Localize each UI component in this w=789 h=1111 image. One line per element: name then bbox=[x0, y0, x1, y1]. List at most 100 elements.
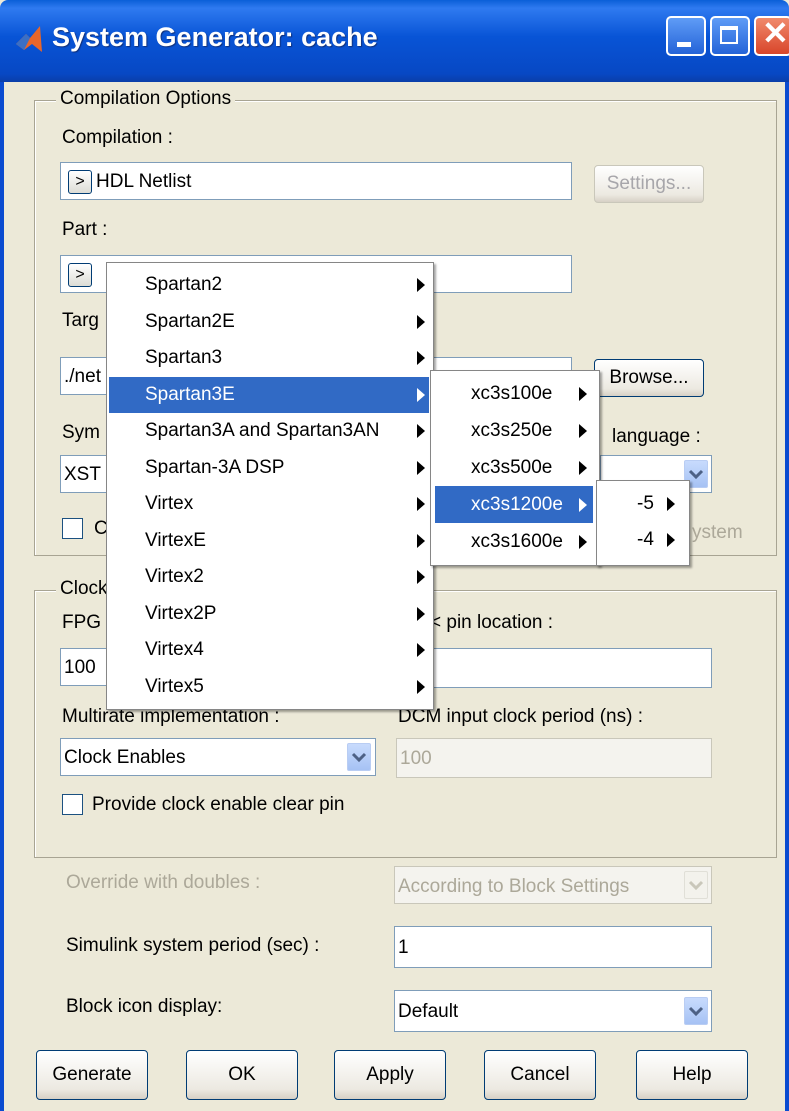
clock-enable-clear-pin-checkbox[interactable] bbox=[62, 794, 83, 815]
speed-item-4[interactable]: -4 bbox=[599, 523, 685, 559]
family-item-label: VirtexE bbox=[145, 529, 206, 551]
compilation-label: Compilation : bbox=[62, 127, 173, 148]
family-item-label: Virtex4 bbox=[145, 639, 204, 660]
import-as-system-label: ystem bbox=[692, 522, 743, 543]
family-item-virtexe[interactable]: VirtexE bbox=[109, 523, 429, 560]
block-icon-display-label: Block icon display: bbox=[66, 996, 223, 1017]
matlab-logo-icon bbox=[16, 26, 42, 52]
family-item-spartan3a-and-spartan3an[interactable]: Spartan3A and Spartan3AN bbox=[109, 413, 429, 450]
fpga-clock-period-value: 100 bbox=[64, 657, 96, 678]
submenu-arrow-icon bbox=[417, 351, 425, 365]
submenu-arrow-icon bbox=[417, 643, 425, 657]
block-icon-display-value: Default bbox=[398, 1001, 459, 1022]
synthesis-tool-value: XST bbox=[64, 464, 101, 485]
compilation-value: HDL Netlist bbox=[96, 171, 192, 192]
family-item-label: Spartan3 bbox=[145, 347, 223, 368]
family-item-spartan3[interactable]: Spartan3 bbox=[109, 340, 429, 377]
submenu-arrow-icon bbox=[667, 533, 675, 547]
device-item-xc3s500e[interactable]: xc3s500e bbox=[435, 449, 593, 486]
dcm-input-clock-period-value: 100 bbox=[400, 748, 432, 769]
family-item-label: Virtex2P bbox=[145, 602, 217, 624]
help-button[interactable]: Help bbox=[636, 1050, 748, 1100]
family-item-spartan-3a-dsp[interactable]: Spartan-3A DSP bbox=[109, 450, 429, 487]
close-icon: ✕ bbox=[762, 15, 789, 51]
maximize-button[interactable] bbox=[710, 16, 750, 56]
family-item-spartan3e[interactable]: Spartan3E bbox=[109, 376, 429, 413]
submenu-arrow-icon bbox=[417, 278, 425, 292]
submenu-arrow-icon bbox=[417, 570, 425, 584]
submenu-arrow-icon bbox=[417, 460, 425, 475]
synthesis-tool-label: Sym bbox=[62, 422, 100, 443]
device-item-xc3s250e[interactable]: xc3s250e bbox=[435, 412, 593, 449]
fpga-clock-period-label: FPG bbox=[62, 612, 102, 633]
part-select-button[interactable]: > bbox=[68, 263, 92, 287]
family-item-spartan2e[interactable]: Spartan2E bbox=[109, 304, 429, 341]
device-item-xc3s100e[interactable]: xc3s100e bbox=[435, 375, 593, 412]
submenu-arrow-icon bbox=[417, 314, 425, 329]
submenu-arrow-icon bbox=[667, 497, 675, 511]
compilation-select-button[interactable]: > bbox=[68, 170, 92, 194]
hardware-language-label: language : bbox=[612, 426, 701, 447]
submenu-arrow-icon bbox=[579, 387, 587, 401]
override-with-doubles-dropdown[interactable] bbox=[684, 871, 708, 899]
family-item-label: Virtex bbox=[145, 493, 194, 514]
device-item-label: xc3s100e bbox=[471, 383, 553, 404]
family-item-label: Spartan3A and Spartan3AN bbox=[145, 420, 380, 441]
minimize-button[interactable] bbox=[666, 16, 706, 56]
speed-item-label: -4 bbox=[637, 529, 654, 550]
family-item-label: Spartan3E bbox=[145, 383, 235, 405]
submenu-arrow-icon bbox=[417, 606, 425, 621]
window-title: System Generator: cache bbox=[52, 22, 378, 52]
dcm-input-clock-period-label: DCM input clock period (ns) : bbox=[398, 706, 643, 727]
family-item-virtex2[interactable]: Virtex2 bbox=[109, 559, 429, 596]
speed-item-label: -5 bbox=[637, 493, 654, 514]
submenu-arrow-icon bbox=[579, 535, 587, 549]
device-item-label: xc3s1600e bbox=[471, 531, 563, 552]
settings-button[interactable]: Settings... bbox=[594, 165, 704, 203]
clocking-options-title: Clock bbox=[56, 578, 112, 600]
multirate-implementation-dropdown[interactable] bbox=[347, 743, 371, 771]
family-item-label: Spartan2E bbox=[145, 310, 235, 332]
family-item-virtex4[interactable]: Virtex4 bbox=[109, 632, 429, 669]
browse-button[interactable]: Browse... bbox=[594, 359, 704, 397]
chevron-down-icon bbox=[351, 752, 367, 763]
device-family-menu: Spartan2 Spartan2E Spartan3 Spartan3E Sparta… bbox=[106, 262, 434, 710]
target-directory-value: ./net bbox=[64, 366, 101, 387]
family-item-label: Virtex5 bbox=[145, 675, 204, 697]
device-item-label: xc3s500e bbox=[471, 457, 553, 478]
device-item-label: xc3s1200e bbox=[471, 494, 563, 515]
block-icon-display-dropdown[interactable] bbox=[684, 997, 708, 1025]
family-item-spartan2[interactable]: Spartan2 bbox=[109, 267, 429, 304]
family-item-virtex5[interactable]: Virtex5 bbox=[109, 669, 429, 706]
device-item-xc3s1600e[interactable]: xc3s1600e bbox=[435, 523, 593, 560]
family-item-virtex[interactable]: Virtex bbox=[109, 486, 429, 523]
ok-button[interactable]: OK bbox=[186, 1050, 298, 1100]
family-item-virtex2p[interactable]: Virtex2P bbox=[109, 596, 429, 633]
dcm-input-clock-period-field[interactable] bbox=[396, 738, 712, 778]
clock-pin-location-label: < pin location : bbox=[430, 612, 554, 633]
family-item-label: Spartan-3A DSP bbox=[145, 456, 285, 478]
submenu-arrow-icon bbox=[417, 533, 425, 548]
clock-enable-clear-pin-label: Provide clock enable clear pin bbox=[92, 794, 345, 815]
clock-pin-location-field[interactable] bbox=[400, 648, 712, 688]
family-item-label: Virtex2 bbox=[145, 566, 204, 587]
close-button[interactable]: ✕ bbox=[754, 15, 789, 56]
target-directory-label: Targ bbox=[62, 310, 99, 331]
override-with-doubles-value: According to Block Settings bbox=[398, 876, 630, 897]
submenu-arrow-icon bbox=[579, 424, 587, 438]
submenu-arrow-icon bbox=[579, 498, 587, 512]
speed-grade-submenu: -5 -4 bbox=[596, 480, 690, 566]
speed-item-5[interactable]: -5 bbox=[599, 487, 685, 523]
generate-button[interactable]: Generate bbox=[36, 1050, 148, 1100]
simulink-system-period-field[interactable] bbox=[394, 926, 712, 968]
chevron-down-icon bbox=[688, 1006, 704, 1017]
simulink-system-period-label: Simulink system period (sec) : bbox=[66, 935, 320, 956]
device-item-label: xc3s250e bbox=[471, 420, 553, 441]
create-testbench-checkbox[interactable] bbox=[62, 518, 83, 539]
cancel-button[interactable]: Cancel bbox=[484, 1050, 596, 1100]
apply-button[interactable]: Apply bbox=[334, 1050, 446, 1100]
device-item-xc3s1200e[interactable]: xc3s1200e bbox=[435, 486, 593, 523]
override-with-doubles-label: Override with doubles : bbox=[66, 872, 261, 893]
device-submenu: xc3s100e xc3s250e xc3s500e xc3s1200e xc3s160… bbox=[430, 370, 600, 566]
family-item-label: Spartan2 bbox=[145, 274, 223, 295]
